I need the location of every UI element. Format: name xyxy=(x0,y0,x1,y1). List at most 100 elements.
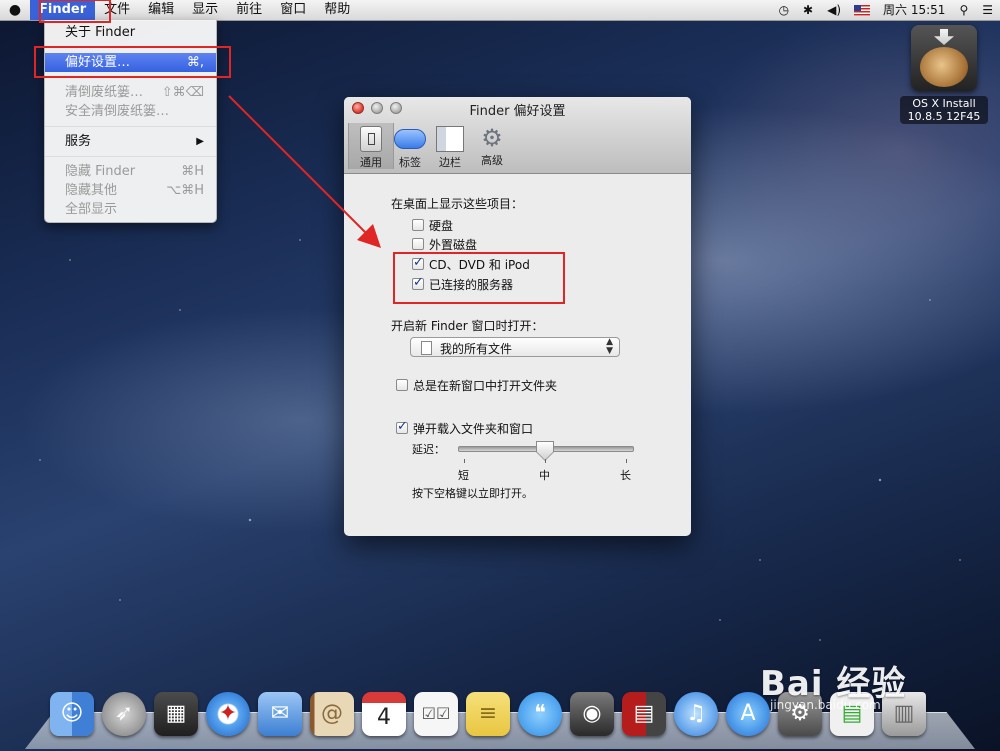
menu-separator xyxy=(45,77,216,78)
slider-tick xyxy=(464,459,465,463)
new-window-heading: 开启新 Finder 窗口时打开： xyxy=(391,319,544,333)
menu-window[interactable]: 窗口 xyxy=(271,0,315,20)
checkbox-external-disks[interactable] xyxy=(412,238,424,250)
camera-icon: ◉ xyxy=(582,701,602,726)
slider-tick xyxy=(545,459,546,463)
hide-others-shortcut: ⌥⌘H xyxy=(166,183,204,198)
window-titlebar[interactable]: Finder 偏好设置 通用 标签 边栏 ⚙ 高级 xyxy=(344,97,691,174)
compass-icon: ✦ xyxy=(218,701,238,726)
menu-clock[interactable]: 周六 15:51 xyxy=(876,0,952,20)
submenu-arrow-icon: ▶ xyxy=(196,136,204,147)
menu-file[interactable]: 文件 xyxy=(95,0,139,20)
dock-launchpad[interactable]: ➶ xyxy=(100,690,148,738)
menu-help[interactable]: 帮助 xyxy=(315,0,359,20)
notes-icon: ≡ xyxy=(478,701,498,726)
dock-safari[interactable]: ✦ xyxy=(204,690,252,738)
menu-edit[interactable]: 编辑 xyxy=(139,0,183,20)
label-external-disks: 外置磁盘 xyxy=(429,238,478,252)
hide-finder-shortcut: ⌘H xyxy=(181,164,204,179)
delay-slider-thumb[interactable] xyxy=(537,442,553,460)
menu-go[interactable]: 前往 xyxy=(227,0,271,20)
menu-extras: ◷ ✱ ◀) 周六 15:51 ⚲ ☰ xyxy=(772,0,1000,20)
dock-reminders[interactable]: ☑☑ xyxy=(412,690,460,738)
tag-icon xyxy=(394,129,426,149)
input-source-flag-icon[interactable] xyxy=(854,4,871,16)
label-hard-disks: 硬盘 xyxy=(429,219,454,233)
window-title: Finder 偏好设置 xyxy=(469,104,566,119)
dock-messages[interactable]: ❝ xyxy=(516,690,564,738)
tick-label-short: 短 xyxy=(458,469,469,482)
finder-preferences-window: Finder 偏好设置 通用 标签 边栏 ⚙ 高级 在桌面上显示这些项目： 硬盘… xyxy=(344,97,691,536)
label-connected-servers: 已连接的服务器 xyxy=(429,278,514,292)
music-note-icon: ♫ xyxy=(686,701,706,726)
rocket-icon: ➶ xyxy=(114,701,134,726)
checklist-icon: ☑☑ xyxy=(421,704,451,723)
menu-item-show-all: 全部显示 xyxy=(65,202,118,217)
slider-tick xyxy=(626,459,627,463)
spotlight-icon[interactable]: ⚲ xyxy=(952,0,975,20)
menu-item-hide-others: 隐藏其他 ⌥⌘H xyxy=(65,183,204,198)
menu-view[interactable]: 显示 xyxy=(183,0,227,20)
show-on-desktop-heading: 在桌面上显示这些项目： xyxy=(391,197,524,211)
space-hint: 按下空格键以立即打开。 xyxy=(412,487,533,500)
dock-photo-booth[interactable]: ▤ xyxy=(620,690,668,738)
menu-separator xyxy=(45,47,216,48)
annotation-arrow xyxy=(228,95,381,248)
installer-disk-label[interactable]: OS X Install 10.8.5 12F45 xyxy=(900,96,988,124)
menu-item-hide-finder: 隐藏 Finder ⌘H xyxy=(65,164,204,179)
menu-item-preferences[interactable]: 偏好设置… ⌘, xyxy=(45,53,216,72)
dock-mail[interactable]: ✉ xyxy=(256,690,304,738)
gear-icon: ⚙ xyxy=(481,124,503,152)
checkbox-open-folders-in-new-windows[interactable] xyxy=(396,379,408,391)
dock-finder[interactable]: ☺ xyxy=(48,690,96,738)
label-cds-dvds-ipods: CD、DVD 和 iPod xyxy=(429,258,530,272)
dock-calendar[interactable]: 4 xyxy=(360,690,408,738)
download-arrow-icon xyxy=(934,29,954,45)
dock-itunes[interactable]: ♫ xyxy=(672,690,720,738)
menu-finder[interactable]: Finder xyxy=(30,0,96,20)
bluetooth-icon[interactable]: ✱ xyxy=(796,0,820,20)
installer-disk-icon[interactable] xyxy=(911,25,977,91)
dock-contacts[interactable]: @ xyxy=(308,690,356,738)
apple-icon[interactable]: ● xyxy=(0,2,30,18)
checkbox-cds-dvds-ipods[interactable] xyxy=(412,255,424,270)
mountain-lion-icon xyxy=(920,47,968,87)
finder-menu-dropdown: 关于 Finder 偏好设置… ⌘, 清倒废纸篓… ⇧⌘⌫ 安全清倒废纸篓… 服… xyxy=(44,20,217,223)
sidebar-icon xyxy=(436,126,464,152)
mission-control-icon: ▦ xyxy=(165,701,187,726)
checkbox-hard-disks[interactable] xyxy=(412,219,424,231)
dock-facetime[interactable]: ◉ xyxy=(568,690,616,738)
delay-label: 延迟： xyxy=(412,443,445,456)
popup-arrows-icon: ▲ ▼ xyxy=(606,337,613,356)
document-icon xyxy=(421,341,432,355)
tab-sidebar[interactable]: 边栏 xyxy=(428,123,472,169)
preferences-shortcut: ⌘, xyxy=(186,55,204,70)
menu-separator xyxy=(45,156,216,157)
dock-mission-control[interactable]: ▦ xyxy=(152,690,200,738)
watermark-url: jingyan.baidu.com xyxy=(770,698,881,712)
calendar-icon: 4 xyxy=(377,705,391,730)
mail-stamp-icon: ✉ xyxy=(270,701,290,726)
notification-center-icon[interactable]: ☰ xyxy=(975,0,1000,20)
tab-advanced[interactable]: ⚙ 高级 xyxy=(470,123,514,169)
label-spring-loaded: 弹开载入文件夹和窗口 xyxy=(413,422,534,436)
finder-face-icon: ☺ xyxy=(60,701,84,726)
checkbox-spring-loaded[interactable] xyxy=(396,419,408,434)
checkbox-connected-servers[interactable] xyxy=(412,275,424,290)
dock-notes[interactable]: ≡ xyxy=(464,690,512,738)
menu-item-secure-empty-trash: 安全清倒废纸篓… xyxy=(65,104,170,119)
empty-trash-shortcut: ⇧⌘⌫ xyxy=(161,85,204,100)
menu-item-services[interactable]: 服务 ▶ xyxy=(45,132,216,151)
tick-label-long: 长 xyxy=(620,469,631,482)
menu-bar: ● Finder 文件 编辑 显示 前往 窗口 帮助 ◷ ✱ ◀) 周六 15:… xyxy=(0,0,1000,21)
speech-bubbles-icon: ❝ xyxy=(534,701,546,726)
time-machine-icon[interactable]: ◷ xyxy=(772,0,796,20)
menu-item-about-finder[interactable]: 关于 Finder xyxy=(45,23,216,42)
new-window-target-select[interactable]: 我的所有文件 ▲ ▼ xyxy=(410,337,620,357)
contacts-icon: @ xyxy=(321,701,343,726)
menu-separator xyxy=(45,126,216,127)
photo-strip-icon: ▤ xyxy=(633,701,655,726)
tick-label-medium: 中 xyxy=(539,469,550,482)
volume-icon[interactable]: ◀) xyxy=(820,0,848,20)
menu-item-empty-trash: 清倒废纸篓… ⇧⌘⌫ xyxy=(65,85,204,100)
